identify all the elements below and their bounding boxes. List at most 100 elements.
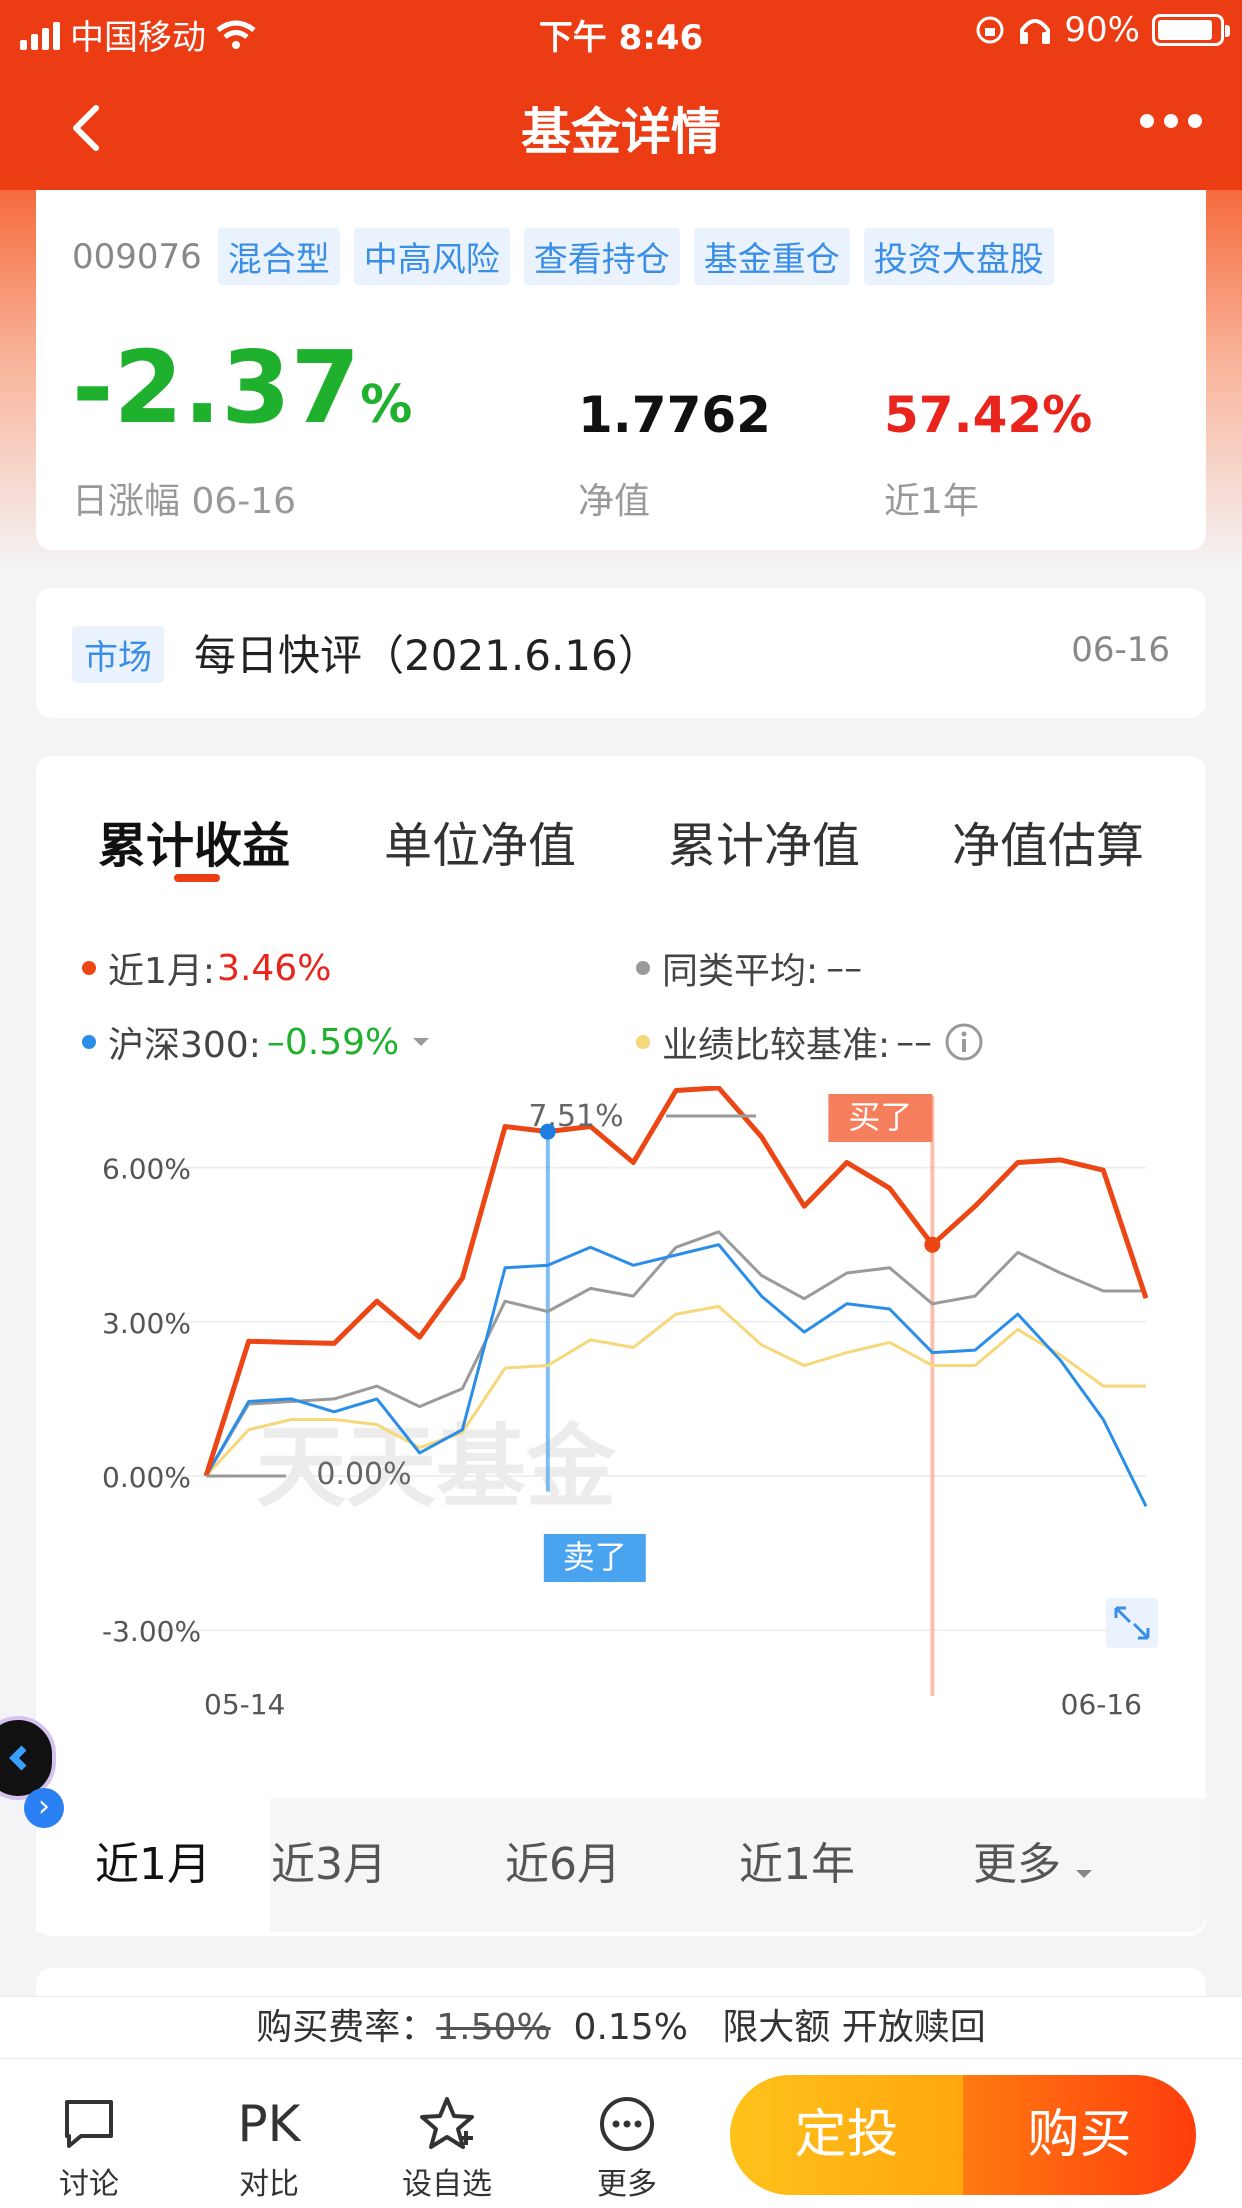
purchase-buttons: 定投 购买 bbox=[730, 2075, 1196, 2195]
y-tick-label: 6.00% bbox=[102, 1153, 191, 1186]
info-icon[interactable] bbox=[944, 1022, 984, 1062]
rotation-lock-icon bbox=[976, 16, 1004, 44]
y-tick-label: -3.00% bbox=[102, 1615, 201, 1648]
add-watchlist-button[interactable]: 设自选 bbox=[382, 2089, 512, 2203]
legend-fund-dot bbox=[82, 961, 96, 975]
period-6m[interactable]: 近6月 bbox=[446, 1798, 680, 1932]
legend-fund: 近1月: 3.46% bbox=[82, 942, 331, 994]
daily-change: -2.37% bbox=[72, 338, 412, 438]
legend-peer-value: –– bbox=[826, 947, 863, 989]
chart-card: 累计收益 单位净值 累计净值 净值估算 近1月: 3.46% 同类平均: –– … bbox=[36, 756, 1206, 1936]
legend-peer: 同类平均: –– bbox=[636, 942, 862, 994]
tag-risk-level[interactable]: 中高风险 bbox=[353, 228, 510, 285]
assistant-arrow-icon bbox=[9, 1745, 27, 1771]
buy-point bbox=[924, 1236, 941, 1253]
legend-hs300[interactable]: 沪深300: –0.59% bbox=[82, 1016, 431, 1068]
x-tick-label: 05-14 bbox=[204, 1688, 285, 1721]
legend-fund-value: 3.46% bbox=[217, 947, 332, 989]
year-return-label: 近1年 bbox=[884, 481, 979, 522]
discuss-button[interactable]: 讨论 bbox=[24, 2089, 154, 2203]
sell-point bbox=[539, 1123, 556, 1140]
legend-hs300-value: –0.59% bbox=[266, 1021, 400, 1063]
fund-code: 009076 bbox=[72, 236, 202, 277]
legend-benchmark-value: –– bbox=[896, 1021, 933, 1063]
fee-note: 限大额 开放赎回 bbox=[722, 2007, 986, 2048]
star-plus-icon bbox=[420, 2097, 474, 2149]
news-tag: 市场 bbox=[72, 626, 164, 683]
chevron-down-icon bbox=[1076, 1870, 1092, 1878]
period-1y[interactable]: 近1年 bbox=[680, 1798, 914, 1932]
more-button[interactable]: 更多 bbox=[562, 2089, 692, 2203]
period-selector: 近1月 近3月 近6月 近1年 更多 bbox=[36, 1798, 1206, 1932]
news-card[interactable]: 市场 每日快评（2021.6.16） 06-16 bbox=[36, 588, 1206, 718]
fee-bar: 购买费率：1.50% 0.15% 限大额 开放赎回 bbox=[0, 1996, 1242, 2058]
assistant-expand-icon[interactable]: › bbox=[24, 1788, 64, 1828]
chart-watermark: 天天基金 bbox=[256, 1415, 617, 1520]
y-tick-label: 3.00% bbox=[102, 1307, 191, 1340]
battery-icon bbox=[1152, 14, 1230, 46]
y-axis-labels: 6.00% 3.00% 0.00% -3.00% bbox=[102, 1153, 201, 1649]
news-title[interactable]: 每日快评（2021.6.16） bbox=[194, 622, 660, 683]
chart-tabs: 累计收益 单位净值 累计净值 净值估算 bbox=[36, 806, 1206, 876]
active-tab-indicator bbox=[174, 874, 220, 882]
news-date: 06-16 bbox=[1071, 630, 1170, 670]
daily-change-value: -2.37 bbox=[72, 329, 361, 446]
chart-grid bbox=[156, 1166, 1146, 1632]
pk-icon: PK bbox=[237, 2095, 301, 2153]
period-more-label: 更多 bbox=[973, 1839, 1061, 1890]
period-more[interactable]: 更多 bbox=[916, 1798, 1150, 1932]
tag-fund-heavy[interactable]: 基金重仓 bbox=[693, 228, 850, 285]
page-title: 基金详情 bbox=[521, 103, 721, 161]
more-options-icon[interactable] bbox=[1140, 114, 1202, 128]
legend-benchmark-dot bbox=[636, 1035, 650, 1049]
tab-cumulative-nav[interactable]: 累计净值 bbox=[668, 806, 860, 876]
y-tick-label: 0.00% bbox=[102, 1461, 191, 1494]
legend-benchmark-label: 业绩比较基准: bbox=[662, 1025, 891, 1066]
tag-fund-type[interactable]: 混合型 bbox=[217, 228, 340, 285]
buy-marker-line bbox=[930, 1096, 935, 1696]
tab-unit-nav[interactable]: 单位净值 bbox=[384, 806, 576, 876]
fee-current: 0.15% bbox=[573, 2007, 688, 2048]
battery-percent: 90% bbox=[1064, 10, 1140, 50]
more-circle-icon bbox=[600, 2097, 654, 2151]
nav-label: 净值 bbox=[578, 481, 651, 522]
tab-nav-estimate[interactable]: 净值估算 bbox=[952, 806, 1144, 876]
period-3m[interactable]: 近3月 bbox=[212, 1798, 446, 1932]
chart-markers bbox=[545, 1096, 935, 1696]
daily-change-label: 日涨幅 06-16 bbox=[72, 481, 297, 522]
compare-button[interactable]: PK 对比 bbox=[204, 2089, 334, 2203]
nav-value: 1.7762 bbox=[578, 386, 771, 444]
dropdown-caret-icon[interactable] bbox=[411, 1036, 431, 1048]
legend-peer-dot bbox=[636, 961, 650, 975]
fee-original: 1.50% bbox=[436, 2007, 551, 2048]
legend-hs300-label: 沪深300: bbox=[108, 1025, 261, 1066]
app-header: 中国移动 下午 8:46 90% 基金详情 bbox=[0, 0, 1242, 190]
legend-fund-label: 近1月: bbox=[108, 951, 216, 992]
start-value-label: 0.00% bbox=[316, 1457, 411, 1492]
chat-bubble-icon bbox=[65, 2100, 113, 2148]
tag-large-cap[interactable]: 投资大盘股 bbox=[863, 228, 1054, 285]
more-label: 更多 bbox=[597, 2167, 657, 2202]
fund-summary-card: 009076 混合型 中高风险 查看持仓 基金重仓 投资大盘股 -2.37% 日… bbox=[36, 150, 1206, 550]
expand-icon bbox=[1106, 1598, 1158, 1648]
status-right: 90% bbox=[974, 10, 1230, 50]
watch-label: 设自选 bbox=[402, 2167, 492, 2202]
tab-cumulative-return[interactable]: 累计收益 bbox=[98, 806, 290, 876]
legend-peer-label: 同类平均: bbox=[662, 951, 819, 992]
navigation-bar: 基金详情 bbox=[0, 62, 1242, 190]
bottom-bar: 讨论 PK 对比 设自选 更多 定投 购买 bbox=[0, 2058, 1242, 2208]
discuss-label: 讨论 bbox=[59, 2167, 119, 2202]
x-tick-label: 06-16 bbox=[1061, 1688, 1142, 1721]
buy-button[interactable]: 购买 bbox=[963, 2075, 1196, 2195]
x-axis-labels: 05-14 06-16 bbox=[204, 1688, 1142, 1721]
tag-view-holdings[interactable]: 查看持仓 bbox=[523, 228, 680, 285]
year-return-value: 57.42% bbox=[884, 386, 1093, 444]
status-bar: 中国移动 下午 8:46 90% bbox=[0, 0, 1242, 62]
fund-tags-row: 009076 混合型 中高风险 查看持仓 基金重仓 投资大盘股 bbox=[72, 228, 1054, 285]
fee-label: 购买费率： bbox=[256, 2007, 437, 2048]
return-chart[interactable]: 天天基金 6.00%3.00%0.00%-3.00% 05-14 06-16 7.… bbox=[36, 1086, 1206, 1766]
buy-badge-label: 买了 bbox=[848, 1098, 912, 1136]
daily-change-unit: % bbox=[360, 375, 413, 435]
legend-hs300-dot bbox=[82, 1035, 96, 1049]
fixed-invest-button[interactable]: 定投 bbox=[730, 2075, 963, 2195]
